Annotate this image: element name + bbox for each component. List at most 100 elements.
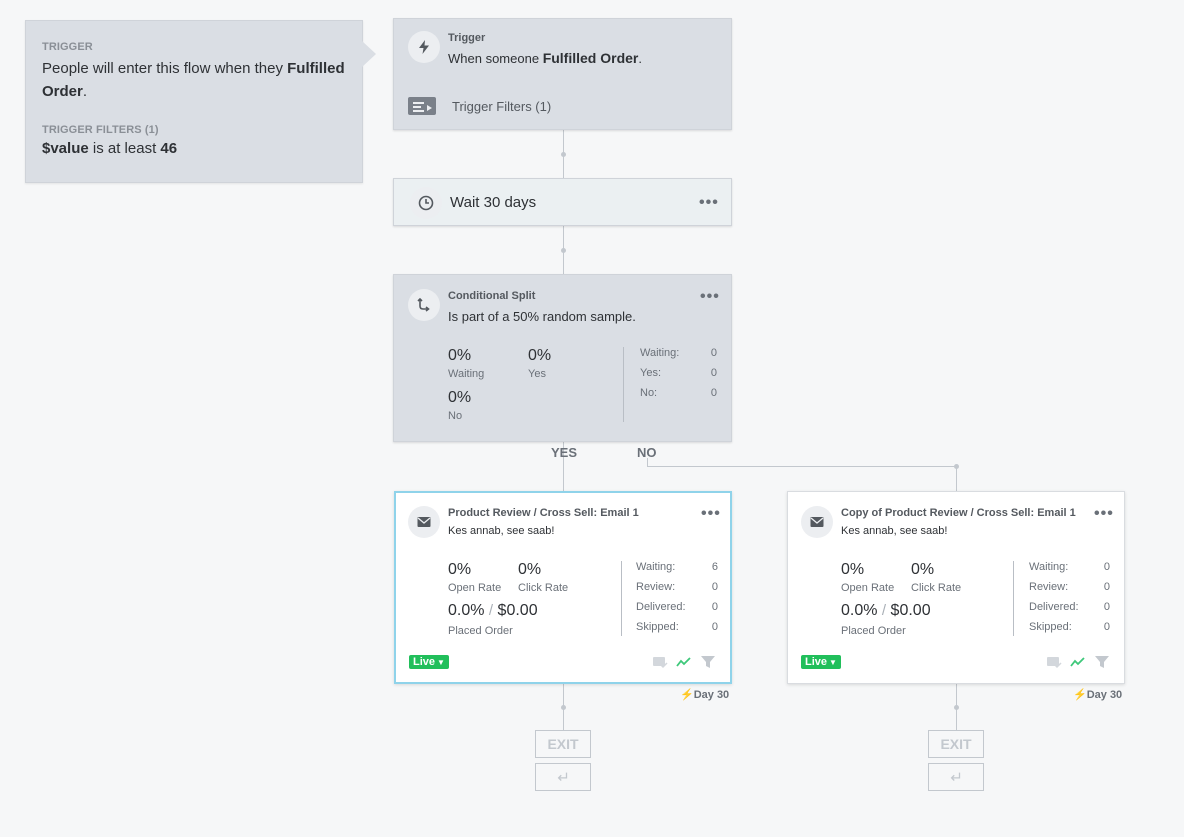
status-dropdown[interactable]: Live ▼ (801, 655, 841, 669)
email-count-value: 0 (1103, 581, 1110, 593)
email-count-value: 0 (1103, 621, 1110, 633)
connector-dot (561, 248, 566, 253)
placed-order-label: Placed Order (448, 625, 513, 637)
email-title: Product Review / Cross Sell: Email 1 (448, 507, 639, 519)
trigger-card[interactable]: Trigger When someone Fulfilled Order. Tr… (393, 18, 732, 130)
trigger-heading: TRIGGER (42, 41, 93, 53)
split-divider (623, 347, 624, 422)
filter-property: $value (42, 140, 89, 157)
email-count-key: Skipped: (1029, 621, 1072, 633)
placed-order-separator: / (881, 602, 887, 619)
status-label: Live (413, 656, 436, 668)
click-rate-value: 0% (911, 561, 935, 578)
trigger-summary-suffix: . (638, 51, 642, 66)
email-card[interactable]: Product Review / Cross Sell: Email 1 Kes… (394, 491, 732, 684)
filter-operator: is at least (92, 140, 157, 157)
email-menu-button[interactable]: ••• (701, 506, 721, 522)
trigger-text-suffix: . (82, 83, 88, 100)
split-no-pct: 0% (448, 389, 472, 406)
funnel-icon[interactable] (1094, 655, 1110, 669)
email-count-key: Waiting: (636, 561, 676, 573)
wait-label: Wait 30 days (450, 194, 537, 211)
conditional-split-card[interactable]: Conditional Split Is part of a 50% rando… (393, 274, 732, 442)
trend-icon[interactable] (676, 655, 692, 669)
mail-check-icon[interactable] (1046, 655, 1062, 669)
split-waiting-pct: 0% (448, 347, 472, 364)
email-count-value: 0 (711, 581, 718, 593)
exit-node[interactable]: EXIT (928, 730, 984, 758)
email-day-label: ⚡Day 30 (1073, 688, 1122, 701)
email-count-value: 0 (711, 621, 718, 633)
email-action-icons (1046, 655, 1110, 669)
email-count-value: 6 (711, 561, 718, 573)
split-title: Conditional Split (448, 290, 536, 302)
funnel-icon[interactable] (700, 655, 716, 669)
open-rate-value: 0% (841, 561, 865, 578)
email-menu-button[interactable]: ••• (1094, 506, 1114, 522)
bolt-icon: ⚡ (1073, 689, 1087, 701)
open-rate-value: 0% (448, 561, 472, 578)
email-divider (1013, 561, 1014, 636)
split-count-value: 0 (710, 347, 717, 359)
connector-no (956, 466, 957, 491)
email-subject: Kes annab, see saab! (841, 525, 948, 537)
trigger-summary: When someone Fulfilled Order. (448, 50, 642, 66)
email-card[interactable]: Copy of Product Review / Cross Sell: Ema… (787, 491, 1125, 684)
return-button[interactable] (535, 763, 591, 791)
click-rate-value: 0% (518, 561, 542, 578)
split-menu-button[interactable]: ••• (700, 289, 720, 305)
placed-order-pct: 0.0% (841, 602, 878, 619)
return-button[interactable] (928, 763, 984, 791)
email-divider (621, 561, 622, 636)
bolt-icon (408, 31, 440, 63)
placed-order-revenue: $0.00 (497, 602, 538, 619)
trigger-description: People will enter this flow when they Fu… (42, 57, 346, 103)
placed-order-separator: / (488, 602, 494, 619)
filter-description: $value is at least 46 (42, 140, 346, 157)
filters-heading: TRIGGER FILTERS (1) (42, 124, 159, 136)
status-label: Live (805, 656, 828, 668)
split-count-key: Waiting: (640, 347, 680, 359)
split-no-label: No (448, 410, 463, 422)
status-dropdown[interactable]: Live ▼ (409, 655, 449, 669)
wait-menu-button[interactable]: ••• (699, 195, 719, 211)
trend-icon[interactable] (1070, 655, 1086, 669)
exit-node[interactable]: EXIT (535, 730, 591, 758)
trigger-text-prefix: People will enter this flow when they (42, 60, 283, 77)
envelope-icon (408, 506, 440, 538)
click-rate-label: Click Rate (911, 582, 962, 594)
connector-dot (561, 705, 566, 710)
email-day-label: ⚡Day 30 (680, 688, 729, 701)
trigger-summary-metric: Fulfilled Order (542, 50, 639, 66)
trigger-filters-label: Trigger Filters (1) (452, 98, 552, 114)
placed-order-pct: 0.0% (448, 602, 485, 619)
split-count-key: No: (640, 387, 658, 399)
placed-order-value: 0.0% / $0.00 (448, 602, 538, 620)
wait-card[interactable]: Wait 30 days ••• (393, 178, 732, 226)
trigger-filters-button[interactable]: Trigger Filters (1) (408, 97, 551, 115)
email-title: Copy of Product Review / Cross Sell: Ema… (841, 507, 1076, 519)
branch-yes-label: YES (551, 445, 578, 460)
placed-order-label: Placed Order (841, 625, 906, 637)
email-action-icons (652, 655, 716, 669)
split-count-value: 0 (710, 367, 717, 379)
branch-no-label: NO (637, 445, 657, 460)
placed-order-value: 0.0% / $0.00 (841, 602, 931, 620)
connector-dot (954, 464, 959, 469)
email-count-value: 0 (1103, 561, 1110, 573)
return-arrow-icon (950, 772, 961, 781)
email-count-key: Delivered: (636, 601, 686, 613)
split-yes-label: Yes (528, 368, 546, 380)
split-waiting-label: Waiting (448, 368, 485, 380)
chevron-down-icon: ▼ (829, 658, 837, 667)
mail-check-icon[interactable] (652, 655, 668, 669)
placed-order-revenue: $0.00 (890, 602, 931, 619)
clock-icon (410, 187, 442, 219)
split-icon (408, 289, 440, 321)
day-text: Day 30 (1086, 689, 1123, 701)
bolt-icon: ⚡ (680, 689, 694, 701)
connector-dot (954, 705, 959, 710)
trigger-details-panel: TRIGGER People will enter this flow when… (25, 20, 376, 183)
email-count-value: 0 (1103, 601, 1110, 613)
filter-value: 46 (160, 140, 178, 157)
